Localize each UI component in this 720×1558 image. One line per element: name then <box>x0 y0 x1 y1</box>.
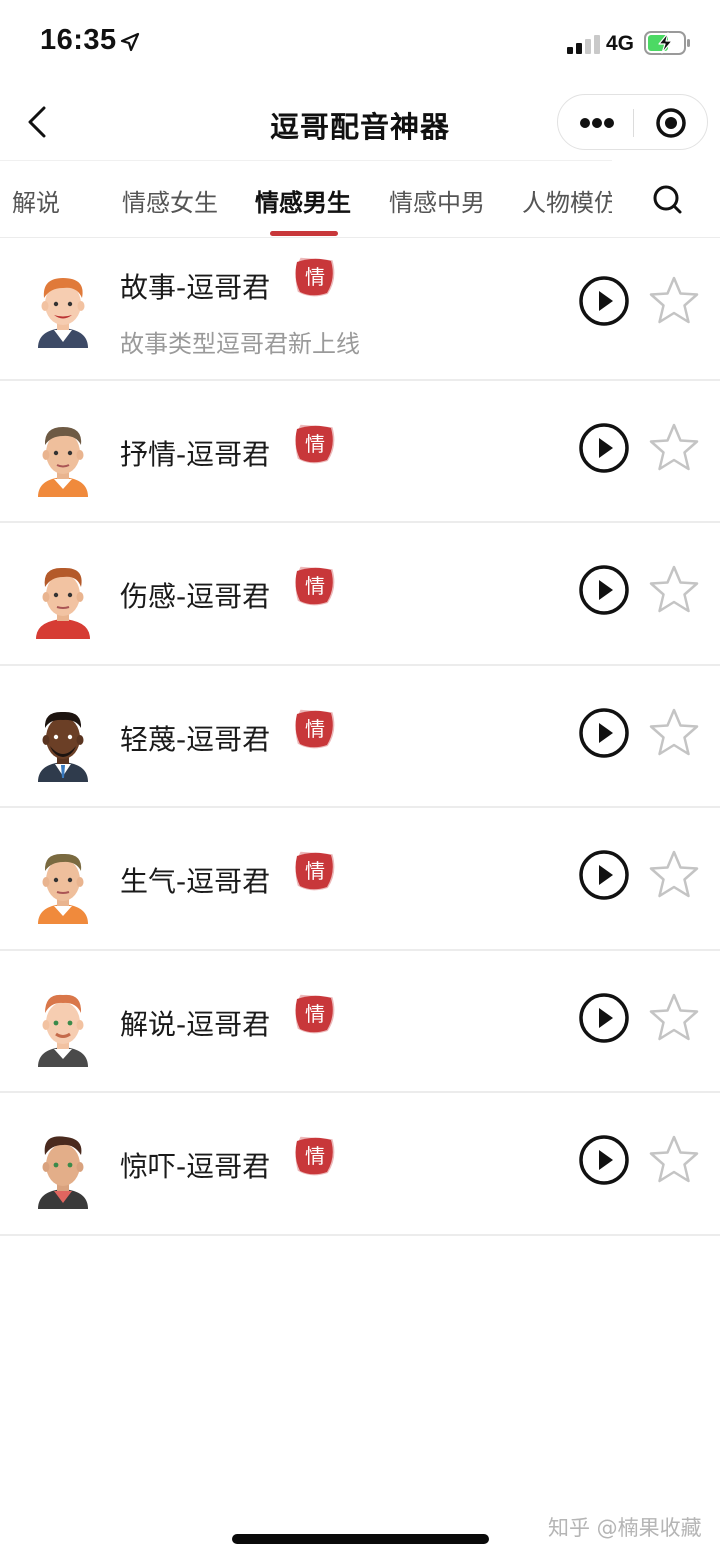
badge-text: 情 <box>305 265 325 289</box>
voice-list: 故事-逗哥君 情 故事类型逗哥君新上线 抒情-逗哥君 情 伤感-逗哥君 情 轻蔑… <box>0 238 720 1236</box>
voice-name: 轻蔑-逗哥君 <box>120 722 271 756</box>
play-button[interactable] <box>578 275 630 327</box>
more-dots-icon <box>580 118 614 128</box>
voice-name: 故事-逗哥君 <box>120 271 271 304</box>
badge-text: 情 <box>305 859 325 883</box>
home-indicator[interactable] <box>232 1534 489 1544</box>
qing-badge: 情 <box>295 851 335 891</box>
badge-text: 情 <box>305 717 325 741</box>
favorite-button[interactable] <box>648 564 700 616</box>
badge-text: 情 <box>305 1002 325 1026</box>
play-button[interactable] <box>578 707 630 759</box>
tab-qinggan-nvsheng[interactable]: 情感女生 <box>122 183 218 218</box>
qing-badge: 情 <box>295 566 335 606</box>
play-circle-icon <box>579 565 629 615</box>
play-button[interactable] <box>578 422 630 474</box>
favorite-button[interactable] <box>648 849 700 901</box>
tab-jieshuo[interactable]: 解说 <box>12 183 60 218</box>
qing-badge: 情 <box>295 994 335 1033</box>
favorite-button[interactable] <box>648 275 700 327</box>
avatar-man-ginger <box>38 278 88 348</box>
voice-list-item[interactable]: 惊吓-逗哥君 情 <box>0 1093 720 1236</box>
voice-list-item[interactable]: 伤感-逗哥君 情 <box>0 523 720 666</box>
more-button[interactable] <box>558 95 633 151</box>
tab-renwu-mofang[interactable]: 人物模仿 <box>522 183 612 218</box>
star-outline-icon <box>649 423 699 470</box>
target-circle-icon <box>656 108 686 138</box>
avatar-man-olive-hair <box>38 853 88 924</box>
play-circle-icon <box>579 276 629 326</box>
status-bar: 16:35 4G <box>0 0 720 80</box>
voice-list-item[interactable]: 故事-逗哥君 情 故事类型逗哥君新上线 <box>0 238 720 381</box>
voice-list-item[interactable]: 轻蔑-逗哥君 情 <box>0 666 720 808</box>
star-outline-icon <box>649 708 699 755</box>
voice-description: 故事类型逗哥君新上线 <box>120 330 360 358</box>
play-circle-icon <box>579 422 629 473</box>
category-tabs: 解说 情感女生 情感男生 情感中男 人物模仿 <box>0 160 720 238</box>
capsule-menu <box>557 94 708 150</box>
avatar-man-dark-hair-goatee <box>38 1136 88 1209</box>
favorite-button[interactable] <box>648 1134 700 1186</box>
star-outline-icon <box>649 1135 699 1183</box>
voice-name: 解说-逗哥君 <box>120 1007 271 1041</box>
voice-list-item[interactable]: 抒情-逗哥君 情 <box>0 381 720 523</box>
signal-icon <box>567 35 600 54</box>
favorite-button[interactable] <box>648 992 700 1044</box>
play-button[interactable] <box>578 564 630 616</box>
qing-badge: 情 <box>295 709 335 748</box>
voice-name: 抒情-逗哥君 <box>120 437 271 471</box>
play-circle-icon <box>579 850 629 900</box>
badge-text: 情 <box>305 432 325 456</box>
star-outline-icon <box>649 850 699 898</box>
voice-list-item[interactable]: 生气-逗哥君 情 <box>0 808 720 951</box>
search-button[interactable] <box>646 178 690 222</box>
badge-text: 情 <box>305 1144 325 1168</box>
play-circle-icon <box>579 707 629 758</box>
network-label: 4G <box>606 32 635 55</box>
qing-badge: 情 <box>295 1136 335 1176</box>
voice-name: 生气-逗哥君 <box>120 865 271 898</box>
avatar-man-dark-skin <box>38 711 88 782</box>
location-arrow-icon <box>120 32 140 52</box>
tab-strip[interactable]: 解说 情感女生 情感男生 情感中男 人物模仿 <box>0 160 612 238</box>
play-button[interactable] <box>578 992 630 1044</box>
avatar-man-ginger-suit <box>38 994 88 1067</box>
search-icon <box>653 185 682 214</box>
voice-list-item[interactable]: 解说-逗哥君 情 <box>0 951 720 1093</box>
badge-text: 情 <box>305 574 325 598</box>
play-button[interactable] <box>578 1134 630 1186</box>
watermark: 知乎 @楠果收藏 <box>548 1516 702 1540</box>
play-circle-icon <box>579 992 629 1043</box>
star-outline-icon <box>649 276 699 324</box>
avatar-man-red-shirt <box>36 567 90 639</box>
favorite-button[interactable] <box>648 422 700 474</box>
qing-badge: 情 <box>295 424 335 463</box>
tab-qinggan-zhongnan[interactable]: 情感中男 <box>389 183 485 218</box>
star-outline-icon <box>649 565 699 613</box>
active-tab-indicator <box>270 231 338 236</box>
battery-charging-icon <box>644 31 690 55</box>
voice-name: 伤感-逗哥君 <box>120 580 271 613</box>
play-button[interactable] <box>578 849 630 901</box>
voice-name: 惊吓-逗哥君 <box>120 1150 271 1183</box>
avatar-man-brown-hair <box>38 426 88 497</box>
play-circle-icon <box>579 1135 629 1185</box>
status-time: 16:35 <box>40 24 117 56</box>
close-miniprogram-button[interactable] <box>634 95 709 151</box>
nav-bar: 逗哥配音神器 <box>0 86 720 160</box>
qing-badge: 情 <box>295 257 335 297</box>
star-outline-icon <box>649 993 699 1040</box>
favorite-button[interactable] <box>648 707 700 759</box>
tab-qinggan-nansheng[interactable]: 情感男生 <box>255 183 351 218</box>
